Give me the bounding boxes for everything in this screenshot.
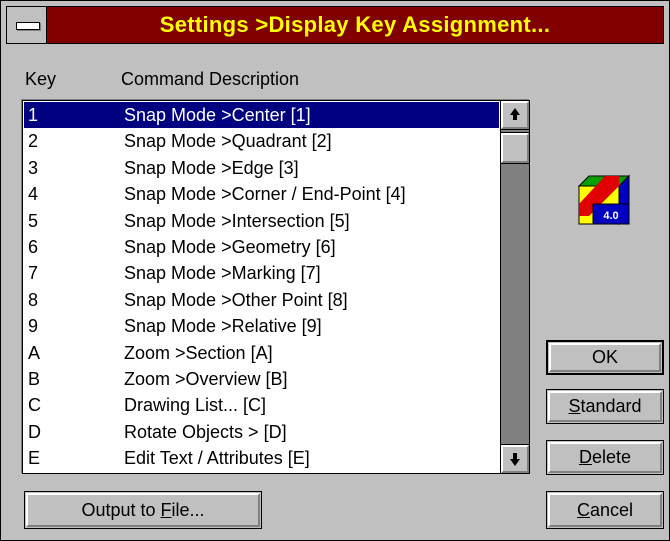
cancel-button[interactable]: Cancel [546,491,664,529]
list-item-key: 6 [28,237,39,257]
list-item-key: C [28,395,41,416]
list-item[interactable]: 7 Snap Mode >Marking [7] [24,260,499,286]
list-item[interactable]: E Edit Text / Attributes [E] [24,445,499,471]
app-version-logo-icon: 4.0 [577,174,631,226]
list-item[interactable]: D Rotate Objects > [D] [24,419,499,445]
list-item-key: 3 [28,157,39,178]
list-item-description: Snap Mode >Intersection [5] [124,210,350,231]
list-item[interactable]: 5 Snap Mode >Intersection [5] [24,208,499,234]
list-item-key: 9 [28,316,39,337]
list-item-key: 7 [28,263,39,284]
list-item-description: Snap Mode >Quadrant [2] [124,131,332,152]
list-item[interactable]: 2 Snap Mode >Quadrant [2] [24,128,499,154]
list-item-key: 5 [28,210,39,231]
title-bar: Settings >Display Key Assignment... [6,6,664,44]
list-item[interactable]: C Drawing List... [C] [24,392,499,418]
list-item-description: Rotate Objects > [D] [124,421,287,442]
system-menu-icon [16,22,40,30]
ok-button[interactable]: OK [546,340,664,375]
list-item-description: Snap Mode >Marking [7] [124,263,321,284]
list-item[interactable]: B Zoom >Overview [B] [24,366,499,392]
system-menu-button[interactable] [7,7,47,43]
arrow-up-icon [510,108,520,115]
list-item[interactable]: 8 Snap Mode >Other Point [8] [24,287,499,313]
arrow-down-icon [510,459,520,466]
scroll-down-button[interactable] [500,444,530,474]
list-item[interactable]: 3 Snap Mode >Edge [3] [24,155,499,181]
vertical-scrollbar[interactable] [500,100,530,474]
list-item-key: 4 [28,184,39,205]
list-item-description: Edit Text / Attributes [E] [124,448,310,469]
list-item-key: B [28,369,41,389]
version-label: 4.0 [603,210,618,222]
scroll-up-button[interactable] [500,100,530,130]
list-item[interactable]: 1 Snap Mode >Center [1] [24,102,499,128]
list-item-description: Snap Mode >Edge [3] [124,157,299,178]
output-to-file-button[interactable]: Output to File... [24,491,262,529]
list-item-description: Snap Mode >Center [1] [124,105,311,125]
list-item-description: Snap Mode >Relative [9] [124,316,322,337]
list-item-description: Drawing List... [C] [124,395,267,416]
list-item-key: 8 [28,289,39,310]
list-item-key: 1 [28,105,39,125]
delete-button[interactable]: Delete [546,440,664,475]
column-header-key: Key [25,69,57,89]
list-item-description: Snap Mode >Geometry [6] [124,237,336,257]
standard-button-label: Standard [568,396,642,416]
list-item-description: Zoom >Overview [B] [124,369,288,389]
key-assignment-list[interactable]: 1 Snap Mode >Center [1] 2 Snap Mode >Quadra… [22,100,530,474]
cancel-button-label: Cancel [576,499,634,520]
list-item-description: Snap Mode >Corner / End-Point [4] [124,184,406,205]
list-item[interactable]: 4 Snap Mode >Corner / End-Point [4] [24,181,499,207]
list-item-description: Snap Mode >Other Point [8] [124,289,348,310]
list-rows: 1 Snap Mode >Center [1] 2 Snap Mode >Quadra… [23,101,500,473]
list-item[interactable]: 9 Snap Mode >Relative [9] [24,313,499,339]
scroll-thumb[interactable] [500,132,530,164]
list-item-key: 2 [28,131,39,152]
standard-button[interactable]: Standard [546,389,664,424]
list-item-description: Zoom >Section [A] [124,342,273,363]
window-title: Settings >Display Key Assignment... [159,12,551,37]
column-header-description: Command Description [121,69,300,89]
output-to-file-label: Output to File... [81,499,205,520]
ok-button-label: OK [591,347,618,367]
list-item-key: D [28,421,41,442]
dialog-window: Settings >Display Key Assignment... Key … [0,0,670,541]
delete-button-label: Delete [578,447,632,467]
list-item[interactable]: A Zoom >Section [A] [24,340,499,366]
list-item-key: A [28,342,41,363]
list-item-key: E [28,448,41,469]
list-item[interactable]: 6 Snap Mode >Geometry [6] [24,234,499,260]
